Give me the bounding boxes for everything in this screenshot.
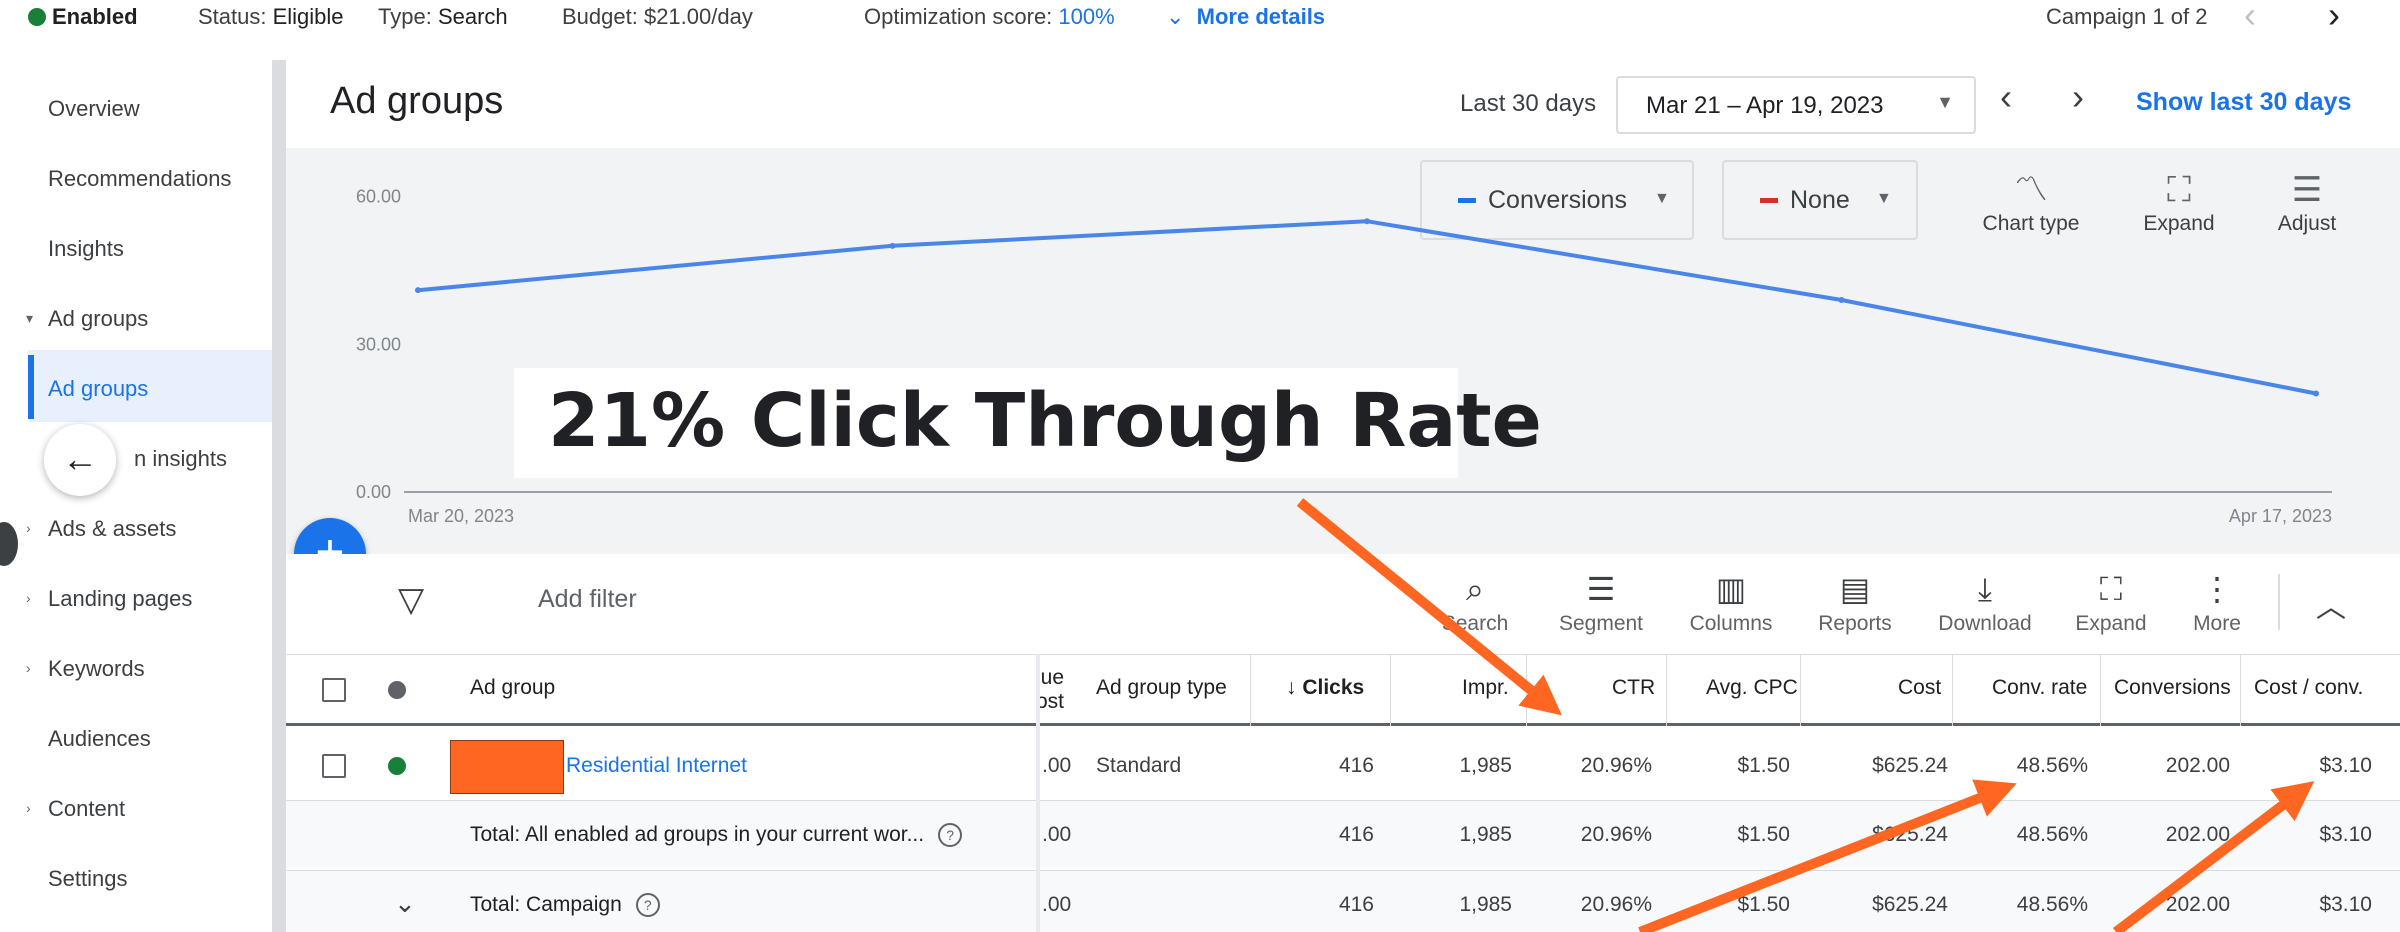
arrow-to-conv-rate xyxy=(1638,779,2017,932)
arrow-to-cost-conv xyxy=(2112,781,2315,932)
arrow-to-ctr xyxy=(1296,498,1562,716)
annotation-arrows xyxy=(1296,498,2315,932)
